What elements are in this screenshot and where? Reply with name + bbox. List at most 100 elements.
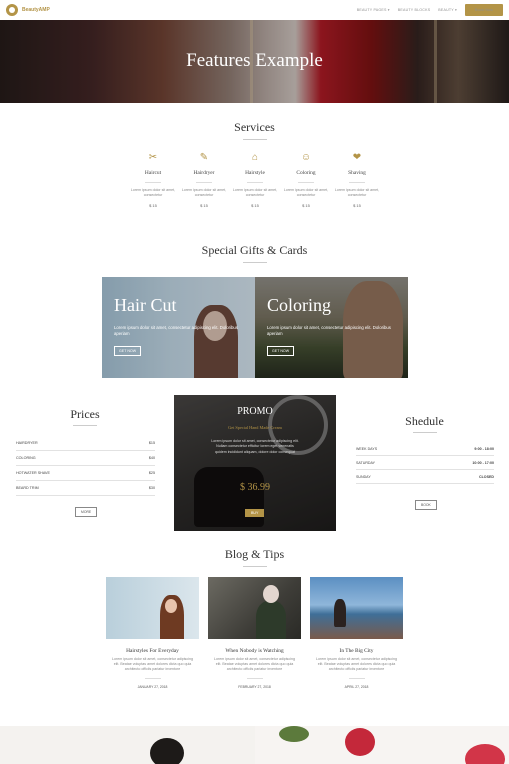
service-desc: Lorem ipsum dolor sit amet, consectetur [181,188,227,197]
title-divider [243,566,267,567]
gifts-title: Special Gifts & Cards [201,243,308,257]
divider [144,678,161,679]
nav-item-beauty[interactable]: BEAUTY ▾ [438,8,457,12]
service-desc: Lorem ipsum dolor sit amet, consectetur [283,188,329,197]
hero-banner: Features Example [0,20,509,103]
divider [246,678,263,679]
promo-subtitle: Get Special Hand Made Cream [228,425,282,430]
divider [348,678,365,679]
price-item-name: COLORING [16,456,36,460]
schedule-hours: 9:00 - 18:00 [474,446,494,451]
nav-item-beauty-pages[interactable]: BEAUTY PAGES ▾ [357,8,390,12]
post-title[interactable]: In The Big City [310,648,403,654]
hero-title: Features Example [186,50,323,71]
book-now-button[interactable]: Book Now [465,4,503,16]
service-price: $ 15 [149,203,157,208]
brand-logo[interactable]: BeautyAMP [6,4,50,16]
post-excerpt: Lorem ipsum dolor sit amet, consectetur … [316,657,397,671]
service-hairstyle[interactable]: ⌂ Hairstyle Lorem ipsum dolor sit amet, … [230,152,280,208]
smile-icon: ☺ [300,152,312,163]
post-image [310,577,403,639]
schedule-list: WEEK DAYS 9:00 - 18:00 SATURDAY 10:00 - 17… [356,442,494,484]
blog-post[interactable]: In The Big City Lorem ipsum dolor sit am… [310,577,403,689]
price-row: BEARD TRIM $30 [16,481,155,496]
card-text: Lorem ipsum dolor sit amet, consectetur … [267,325,391,336]
service-name: Coloring [296,170,316,176]
brand-name: BeautyAMP [22,7,50,13]
service-price: $ 15 [200,203,208,208]
post-image [208,577,301,639]
service-price: $ 15 [251,203,259,208]
price-row: HAIRDRYER $15 [16,436,155,451]
heart-icon: ❤ [352,152,362,163]
title-divider [73,425,97,426]
schedule-title: Shedule [405,414,444,428]
post-excerpt: Lorem ipsum dolor sit amet, consectetur … [214,657,295,671]
promo-text: Lorem ipsum dolor sit amet, consectetur … [211,439,299,454]
divider [196,182,212,183]
blog-title: Blog & Tips [224,547,285,561]
gallery-image [0,726,255,764]
schedule-hours: 10:00 - 17:00 [472,460,494,465]
price-item-value: $40 [148,456,155,460]
get-now-button[interactable]: GET NOW [267,346,295,356]
gift-card-coloring[interactable]: Coloring Lorem ipsum dolor sit amet, con… [255,277,408,378]
prices-title: Prices [70,407,100,421]
card-title: Hair Cut [114,295,177,315]
divider [349,182,365,183]
price-item-name: HAIRDRYER [16,441,38,445]
service-desc: Lorem ipsum dolor sit amet, consectetur [334,188,380,197]
logo-icon [6,4,18,16]
service-name: Haircut [144,170,162,176]
services-title: Services [234,120,275,134]
divider [298,182,314,183]
price-row: COLORING $40 [16,451,155,466]
promo-price: $ 36.99 [240,482,270,493]
service-haircut[interactable]: ✂ Haircut Lorem ipsum dolor sit amet, co… [128,152,178,208]
price-row: HOTWATER SHAVE $25 [16,466,155,481]
price-list: HAIRDRYER $15 COLORING $40 HOTWATER SHAVE $… [16,436,155,496]
blog-post[interactable]: Hairstyles For Everyday Lorem ipsum dolo… [106,577,199,689]
post-title[interactable]: Hairstyles For Everyday [106,648,199,654]
service-price: $ 15 [302,203,310,208]
service-price: $ 15 [353,203,361,208]
post-excerpt: Lorem ipsum dolor sit amet, consectetur … [112,657,193,671]
gallery-image [255,726,509,764]
service-desc: Lorem ipsum dolor sit amet, consectetur [130,188,176,197]
post-title[interactable]: When Nobody is Watching [208,648,301,654]
nav-item-beauty-blocks[interactable]: BEAUTY BLOCKS [398,8,431,12]
schedule-day: SUNDAY [356,474,371,479]
promo-panel: PROMO Get Special Hand Made Cream Lorem … [174,395,336,531]
card-text: Lorem ipsum dolor sit amet, consectetur … [114,325,238,336]
schedule-row: WEEK DAYS 9:00 - 18:00 [356,442,494,456]
bottom-gallery [0,726,509,764]
book-button[interactable]: BOOK [415,500,437,510]
post-date: FEBRUARY 27, 2018 [238,685,271,689]
price-item-value: $15 [148,441,155,445]
service-hairdryer[interactable]: ✎ Hairdryer Lorem ipsum dolor sit amet, … [179,152,229,208]
title-divider [243,139,267,140]
price-item-value: $30 [148,486,155,490]
promo-title: PROMO [237,406,273,417]
blog-post[interactable]: When Nobody is Watching Lorem ipsum dolo… [208,577,301,689]
gift-card-haircut[interactable]: Hair Cut Lorem ipsum dolor sit amet, con… [102,277,255,378]
schedule-day: WEEK DAYS [356,446,378,451]
price-item-name: HOTWATER SHAVE [16,471,50,475]
service-name: Hairdryer [193,170,215,176]
schedule-day: SATURDAY [356,460,376,465]
service-name: Hairstyle [245,170,265,176]
service-shaving[interactable]: ❤ Shaving Lorem ipsum dolor sit amet, co… [332,152,382,208]
title-divider [243,262,267,263]
schedule-hours: CLOSED [479,474,494,479]
card-title: Coloring [267,295,332,315]
service-desc: Lorem ipsum dolor sit amet, consectetur [232,188,278,197]
service-coloring[interactable]: ☺ Coloring Lorem ipsum dolor sit amet, c… [281,152,331,208]
price-item-name: BEARD TRIM [16,486,39,490]
more-button[interactable]: MORE [75,507,98,517]
buy-button[interactable]: BUY [245,509,265,517]
bag-icon: ⌂ [251,152,259,163]
brush-icon: ✎ [199,152,209,163]
get-now-button[interactable]: GET NOW [114,346,142,356]
scissors-icon: ✂ [148,152,158,163]
divider [247,182,263,183]
